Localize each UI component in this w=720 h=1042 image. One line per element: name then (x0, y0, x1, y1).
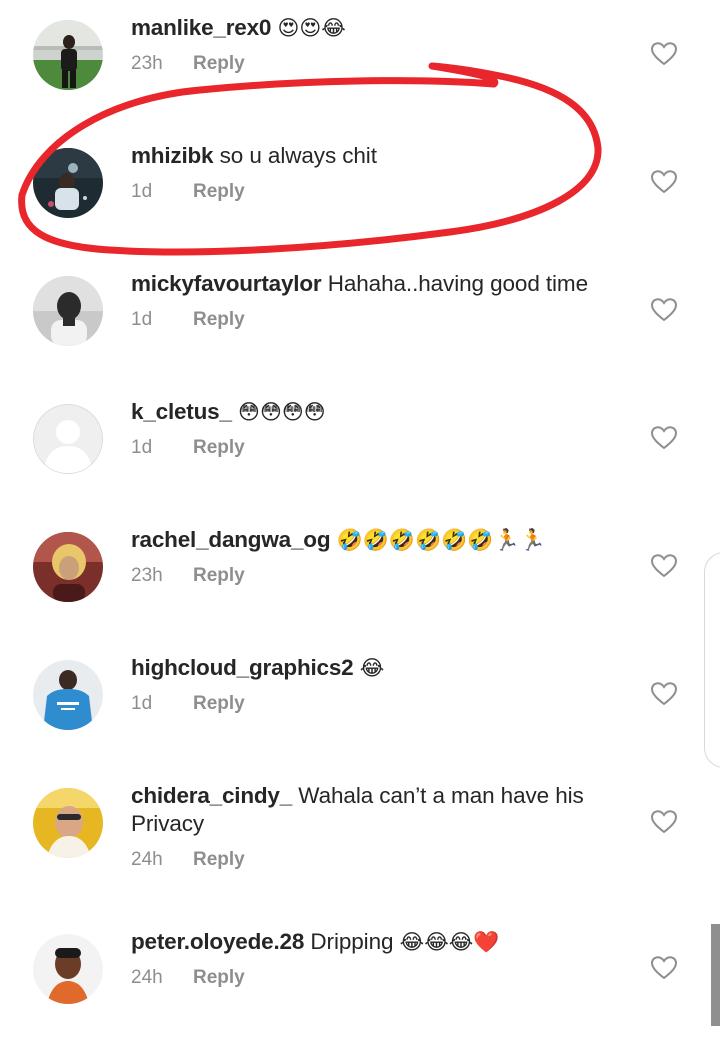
comment-line: k_cletus_ 😳😳😳😳 (131, 398, 631, 426)
comment-meta: 1d Reply (131, 180, 631, 204)
comment-text: so u always chit (219, 143, 377, 168)
heart-icon[interactable] (651, 810, 677, 834)
comment-emoji: 😂 (359, 656, 385, 680)
comment-meta: 23h Reply (131, 52, 631, 76)
comment-meta: 24h Reply (131, 848, 631, 872)
avatar[interactable] (33, 276, 103, 346)
comment-meta: 1d Reply (131, 692, 631, 716)
timestamp: 24h (131, 849, 163, 870)
comment-meta: 1d Reply (131, 308, 631, 332)
profile-photo (33, 276, 103, 346)
comment-line: mickyfavourtaylor Hahaha..having good ti… (131, 270, 631, 298)
comment-meta: 24h Reply (131, 966, 631, 990)
comment-text: Hahaha..having good time (327, 271, 588, 296)
comment-row: mhizibk so u always chit 1d Reply (0, 128, 720, 256)
comment-row: peter.oloyede.28 Dripping 😂😂😂❤️ 24h Reply (0, 914, 720, 1042)
comment-line: mhizibk so u always chit (131, 142, 631, 170)
comment-line: peter.oloyede.28 Dripping 😂😂😂❤️ (131, 928, 631, 956)
comment-row: k_cletus_ 😳😳😳😳 1d Reply (0, 384, 720, 512)
comment-row: highcloud_graphics2 😂 1d Reply (0, 640, 720, 768)
comment-text: Dripping (310, 929, 394, 954)
username[interactable]: k_cletus_ (131, 399, 232, 424)
comment-row: rachel_dangwa_og 🤣🤣🤣🤣🤣🤣🏃🏃 23h Reply (0, 512, 720, 640)
profile-photo (33, 148, 103, 218)
profile-photo (33, 20, 103, 90)
username[interactable]: chidera_cindy_ (131, 783, 292, 808)
avatar[interactable] (33, 788, 103, 858)
comment-emoji: 😳😳😳😳 (238, 400, 326, 424)
comment-body: rachel_dangwa_og 🤣🤣🤣🤣🤣🤣🏃🏃 23h Reply (131, 526, 631, 588)
username[interactable]: highcloud_graphics2 (131, 655, 354, 680)
default-avatar-icon (33, 404, 103, 474)
comment-body: mhizibk so u always chit 1d Reply (131, 142, 631, 204)
timestamp: 23h (131, 53, 163, 74)
comment-body: manlike_rex0 😍😍😂 23h Reply (131, 14, 631, 76)
comment-meta: 1d Reply (131, 436, 631, 460)
timestamp: 1d (131, 693, 153, 714)
profile-photo (33, 660, 103, 730)
username[interactable]: rachel_dangwa_og (131, 527, 331, 552)
comment-body: peter.oloyede.28 Dripping 😂😂😂❤️ 24h Reply (131, 928, 631, 990)
timestamp: 1d (131, 437, 153, 458)
timestamp: 23h (131, 565, 163, 586)
profile-photo (33, 532, 103, 602)
comment-line: rachel_dangwa_og 🤣🤣🤣🤣🤣🤣🏃🏃 (131, 526, 631, 554)
username[interactable]: mickyfavourtaylor (131, 271, 322, 296)
username[interactable]: mhizibk (131, 143, 214, 168)
username[interactable]: manlike_rex0 (131, 15, 271, 40)
avatar[interactable] (33, 934, 103, 1004)
comment-body: k_cletus_ 😳😳😳😳 1d Reply (131, 398, 631, 460)
comment-line: chidera_cindy_ Wahala can’t a man have h… (131, 782, 631, 838)
avatar[interactable] (33, 532, 103, 602)
comment-body: chidera_cindy_ Wahala can’t a man have h… (131, 782, 631, 872)
comment-emoji: 😍😍😂 (277, 16, 346, 40)
reply-button[interactable]: Reply (193, 53, 245, 74)
comment-row: mickyfavourtaylor Hahaha..having good ti… (0, 256, 720, 384)
heart-icon[interactable] (651, 170, 677, 194)
heart-icon[interactable] (651, 426, 677, 450)
heart-icon[interactable] (651, 956, 677, 980)
heart-icon[interactable] (651, 682, 677, 706)
profile-photo (33, 934, 103, 1004)
reply-button[interactable]: Reply (193, 309, 245, 330)
avatar[interactable] (33, 148, 103, 218)
timestamp: 24h (131, 967, 163, 988)
avatar[interactable] (33, 20, 103, 90)
comment-body: highcloud_graphics2 😂 1d Reply (131, 654, 631, 716)
profile-photo (33, 788, 103, 858)
comment-body: mickyfavourtaylor Hahaha..having good ti… (131, 270, 631, 332)
heart-icon[interactable] (651, 42, 677, 66)
timestamp: 1d (131, 181, 153, 202)
reply-button[interactable]: Reply (193, 181, 245, 202)
reply-button[interactable]: Reply (193, 565, 245, 586)
reply-button[interactable]: Reply (193, 849, 245, 870)
reply-button[interactable]: Reply (193, 437, 245, 458)
reply-button[interactable]: Reply (193, 967, 245, 988)
comment-row: manlike_rex0 😍😍😂 23h Reply (0, 0, 720, 128)
avatar[interactable] (33, 660, 103, 730)
heart-icon[interactable] (651, 298, 677, 322)
timestamp: 1d (131, 309, 153, 330)
scrollbar[interactable] (711, 924, 720, 1026)
side-panel-edge (704, 552, 720, 768)
heart-icon[interactable] (651, 554, 677, 578)
avatar[interactable] (33, 404, 103, 474)
comment-meta: 23h Reply (131, 564, 631, 588)
comment-line: manlike_rex0 😍😍😂 (131, 14, 631, 42)
comment-line: highcloud_graphics2 😂 (131, 654, 631, 682)
username[interactable]: peter.oloyede.28 (131, 929, 304, 954)
comment-emoji: 😂😂😂❤️ (399, 930, 500, 954)
reply-button[interactable]: Reply (193, 693, 245, 714)
comment-row: chidera_cindy_ Wahala can’t a man have h… (0, 768, 720, 918)
comment-emoji: 🤣🤣🤣🤣🤣🤣🏃🏃 (336, 528, 546, 552)
